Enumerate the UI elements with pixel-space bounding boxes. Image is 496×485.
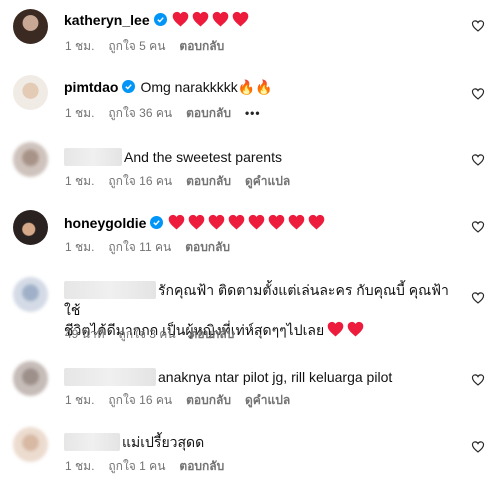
avatar[interactable] bbox=[13, 361, 48, 396]
reply-button[interactable]: ตอบกลับ bbox=[179, 459, 224, 473]
translate-button[interactable]: ดูคำแปล bbox=[245, 174, 290, 188]
avatar[interactable] bbox=[13, 427, 48, 462]
heart-emojis bbox=[172, 11, 249, 27]
like-count[interactable]: ถูกใจ 11 คน bbox=[108, 240, 171, 254]
red-heart-icon bbox=[327, 321, 344, 337]
avatar[interactable] bbox=[13, 277, 48, 312]
reply-button[interactable]: ตอบกลับ bbox=[185, 240, 230, 254]
red-heart-icon bbox=[347, 321, 364, 337]
reply-button[interactable]: ตอบกลับ bbox=[186, 393, 231, 407]
more-options-icon[interactable]: ••• bbox=[245, 106, 261, 120]
like-count[interactable]: ถูกใจ 36 คน bbox=[108, 106, 172, 120]
comment-header: And the sweetest parents bbox=[64, 148, 282, 166]
red-heart-icon bbox=[208, 214, 225, 230]
red-heart-icon bbox=[172, 11, 189, 27]
comment-text: And the sweetest parents bbox=[124, 149, 282, 165]
red-heart-icon bbox=[212, 11, 229, 27]
comment-meta: 1 ชม. ถูกใจ 16 คน ตอบกลับ ดูคำแปล bbox=[65, 174, 304, 188]
comment-header: แม่เปรี้ยวสุดด bbox=[64, 433, 204, 451]
comment-header: pimtdao Omg narakkkkk🔥🔥 bbox=[64, 78, 273, 96]
heart-outline-icon[interactable] bbox=[471, 220, 485, 234]
comment-header: honeygoldie bbox=[64, 214, 325, 232]
reply-button[interactable]: ตอบกลับ bbox=[186, 106, 231, 120]
red-heart-icon bbox=[168, 214, 185, 230]
red-heart-icon bbox=[188, 214, 205, 230]
timestamp: 1 ชม. bbox=[65, 174, 95, 188]
red-heart-icon bbox=[308, 214, 325, 230]
reply-button[interactable]: ตอบกลับ bbox=[186, 174, 231, 188]
avatar[interactable] bbox=[13, 9, 48, 44]
comment-text: Omg narakkkkk🔥🔥 bbox=[140, 79, 273, 95]
redacted-username bbox=[64, 281, 156, 299]
like-count[interactable]: ถูกใจ 1 คน bbox=[108, 459, 165, 473]
verified-badge-icon bbox=[122, 80, 136, 93]
timestamp: 1 ชม. bbox=[65, 240, 95, 254]
username[interactable]: katheryn_lee bbox=[64, 12, 150, 28]
comment-meta: 1 ชม. ถูกใจ 36 คน ตอบกลับ ••• bbox=[65, 106, 275, 120]
reply-button[interactable]: ตอบกลับ bbox=[190, 327, 235, 341]
heart-emojis bbox=[168, 214, 325, 230]
comment-meta: 49 นาที ถูกใจ 3 คน ตอบกลับ bbox=[65, 327, 248, 341]
verified-badge-icon bbox=[153, 13, 167, 26]
timestamp: 1 ชม. bbox=[65, 39, 95, 53]
comment-text: แม่เปรี้ยวสุดด bbox=[122, 434, 205, 450]
heart-outline-icon[interactable] bbox=[471, 153, 485, 167]
comment-meta: 1 ชม. ถูกใจ 11 คน ตอบกลับ bbox=[65, 240, 244, 254]
red-heart-icon bbox=[192, 11, 209, 27]
like-count[interactable]: ถูกใจ 16 คน bbox=[108, 393, 172, 407]
reply-button[interactable]: ตอบกลับ bbox=[179, 39, 224, 53]
comment-text: anaknya ntar pilot jg, rill keluarga pil… bbox=[158, 369, 393, 385]
like-count[interactable]: ถูกใจ 3 คน bbox=[119, 327, 176, 341]
timestamp: 1 ชม. bbox=[65, 106, 95, 120]
timestamp: 1 ชม. bbox=[65, 459, 95, 473]
comment-header: katheryn_lee bbox=[64, 11, 249, 29]
translate-button[interactable]: ดูคำแปล bbox=[245, 393, 290, 407]
comment-meta: 1 ชม. ถูกใจ 1 คน ตอบกลับ bbox=[65, 459, 238, 473]
timestamp: 1 ชม. bbox=[65, 393, 95, 407]
heart-outline-icon[interactable] bbox=[471, 87, 485, 101]
redacted-username bbox=[64, 433, 120, 451]
verified-badge-icon bbox=[150, 216, 164, 229]
timestamp: 49 นาที bbox=[65, 327, 105, 341]
heart-outline-icon[interactable] bbox=[471, 373, 485, 387]
avatar[interactable] bbox=[13, 210, 48, 245]
red-heart-icon bbox=[228, 214, 245, 230]
red-heart-icon bbox=[288, 214, 305, 230]
username[interactable]: pimtdao bbox=[64, 79, 118, 95]
heart-outline-icon[interactable] bbox=[471, 19, 485, 33]
comment-meta: 1 ชม. ถูกใจ 5 คน ตอบกลับ bbox=[65, 39, 238, 53]
redacted-username bbox=[64, 368, 156, 386]
heart-outline-icon[interactable] bbox=[471, 440, 485, 454]
avatar[interactable] bbox=[13, 75, 48, 110]
comment-header: anaknya ntar pilot jg, rill keluarga pil… bbox=[64, 368, 392, 386]
redacted-username bbox=[64, 148, 122, 166]
avatar[interactable] bbox=[13, 142, 48, 177]
comment-meta: 1 ชม. ถูกใจ 16 คน ตอบกลับ ดูคำแปล bbox=[65, 393, 304, 407]
heart-emojis bbox=[327, 321, 364, 337]
red-heart-icon bbox=[248, 214, 265, 230]
red-heart-icon bbox=[232, 11, 249, 27]
like-count[interactable]: ถูกใจ 16 คน bbox=[108, 174, 172, 188]
heart-outline-icon[interactable] bbox=[471, 291, 485, 305]
like-count[interactable]: ถูกใจ 5 คน bbox=[108, 39, 165, 53]
red-heart-icon bbox=[268, 214, 285, 230]
username[interactable]: honeygoldie bbox=[64, 215, 146, 231]
